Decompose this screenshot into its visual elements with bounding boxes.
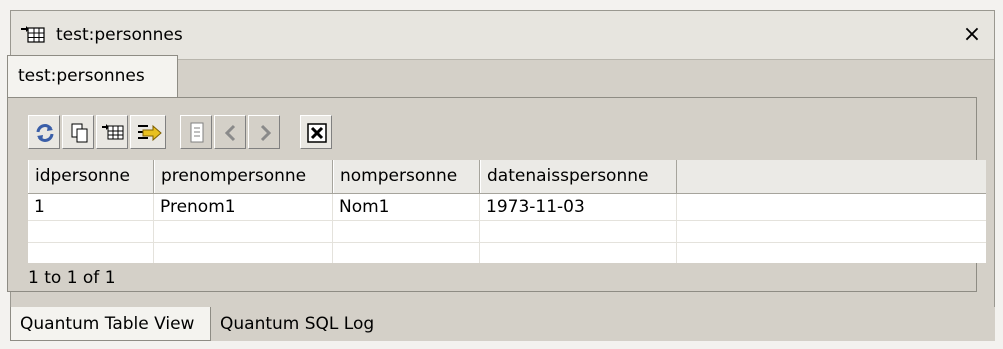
- table-cell[interactable]: [480, 221, 677, 242]
- table-cell[interactable]: [154, 243, 333, 263]
- previous-button[interactable]: [214, 115, 246, 149]
- refresh-icon: [36, 124, 54, 142]
- next-button[interactable]: [248, 115, 280, 149]
- table-cell[interactable]: [28, 221, 154, 242]
- export-button[interactable]: [130, 115, 166, 149]
- results-table: idpersonne prenompersonne nompersonne da…: [28, 160, 986, 263]
- close-icon[interactable]: ×: [960, 23, 984, 47]
- table-cell[interactable]: Nom1: [333, 194, 480, 220]
- previous-icon: [224, 124, 236, 142]
- table-cell[interactable]: [154, 221, 333, 242]
- row-count-status: 1 to 1 of 1: [28, 268, 116, 288]
- view-titlebar: test:personnes ×: [11, 11, 994, 60]
- table-cell[interactable]: [480, 243, 677, 263]
- tab-test-personnes[interactable]: test:personnes: [7, 55, 178, 98]
- view-title: test:personnes: [56, 25, 183, 45]
- table-cell[interactable]: [28, 243, 154, 263]
- delete-button[interactable]: [300, 115, 332, 149]
- table-row[interactable]: 1 Prenom1 Nom1 1973-11-03: [28, 194, 986, 221]
- table-icon: [21, 26, 45, 43]
- table-cell[interactable]: [333, 221, 480, 242]
- tab-quantum-table-view[interactable]: Quantum Table View: [10, 307, 211, 341]
- tab-label: test:personnes: [18, 66, 145, 86]
- page-button[interactable]: [180, 115, 212, 149]
- next-icon: [260, 124, 272, 142]
- table-cell[interactable]: 1: [28, 194, 154, 220]
- column-header-idpersonne[interactable]: idpersonne: [28, 160, 154, 193]
- column-header-prenompersonne[interactable]: prenompersonne: [154, 160, 333, 193]
- table-header: idpersonne prenompersonne nompersonne da…: [28, 160, 986, 194]
- refresh-button[interactable]: [28, 115, 60, 149]
- column-header-nompersonne[interactable]: nompersonne: [333, 160, 480, 193]
- table-view-icon: [102, 124, 124, 140]
- export-icon: [138, 124, 162, 142]
- page-icon: [190, 122, 204, 143]
- table-cell[interactable]: Prenom1: [154, 194, 333, 220]
- table-cell[interactable]: 1973-11-03: [480, 194, 677, 220]
- copy-icon: [71, 123, 88, 143]
- bottom-tab-bar: Quantum Table View Quantum SQL Log: [10, 307, 995, 341]
- tab-quantum-sql-log[interactable]: Quantum SQL Log: [211, 307, 401, 341]
- table-view-button[interactable]: [96, 115, 128, 149]
- column-header-datenaisspersonne[interactable]: datenaisspersonne: [480, 160, 677, 193]
- table-cell[interactable]: [333, 243, 480, 263]
- table-row[interactable]: [28, 243, 986, 263]
- delete-icon: [307, 123, 327, 143]
- copy-button[interactable]: [62, 115, 94, 149]
- table-row[interactable]: [28, 221, 986, 243]
